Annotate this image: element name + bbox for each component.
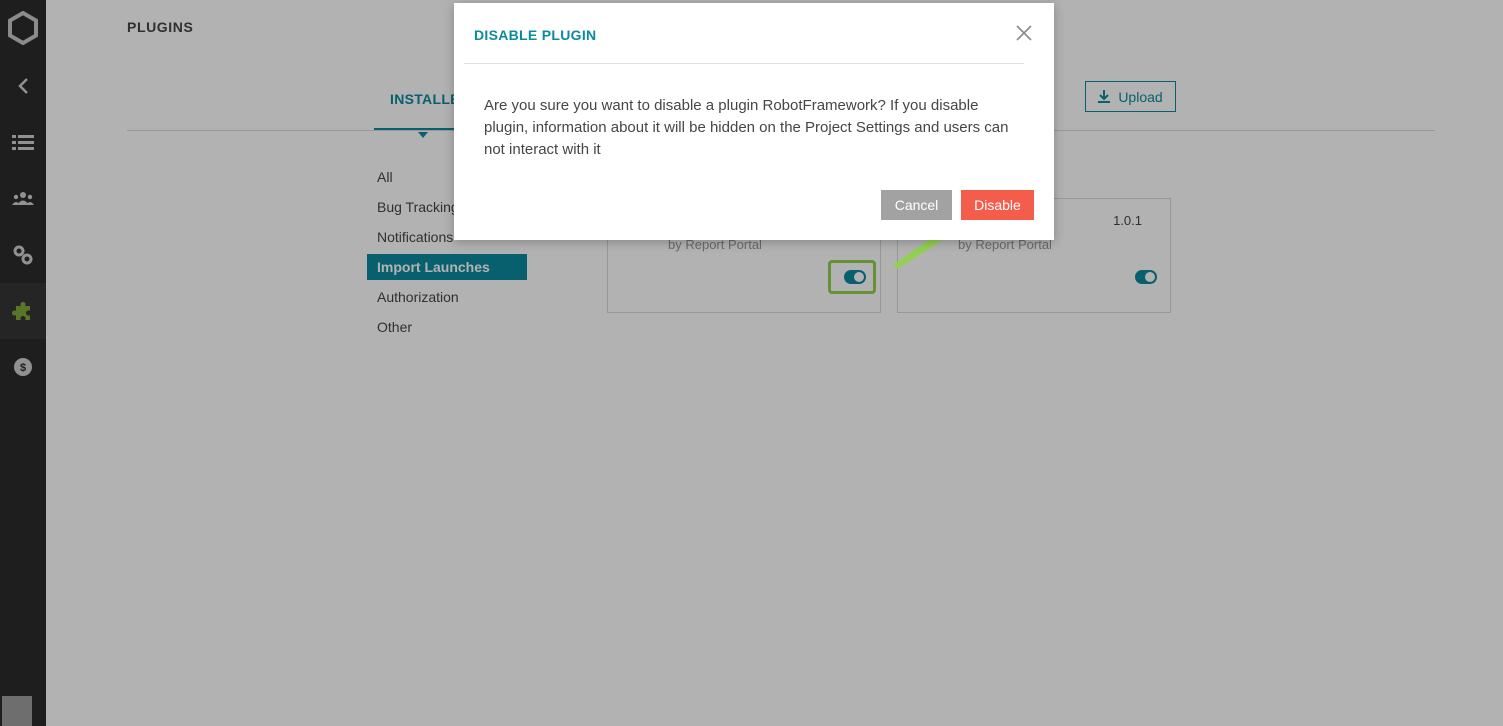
modal-divider	[464, 63, 1024, 64]
disable-button[interactable]: Disable	[961, 190, 1034, 220]
close-icon	[1016, 25, 1032, 41]
close-button[interactable]	[1014, 23, 1034, 43]
modal-message: Are you sure you want to disable a plugi…	[484, 97, 1009, 158]
disable-plugin-modal: DISABLE PLUGIN Are you sure you want to …	[454, 3, 1054, 240]
modal-title: DISABLE PLUGIN	[474, 27, 597, 43]
cancel-button[interactable]: Cancel	[881, 190, 952, 220]
